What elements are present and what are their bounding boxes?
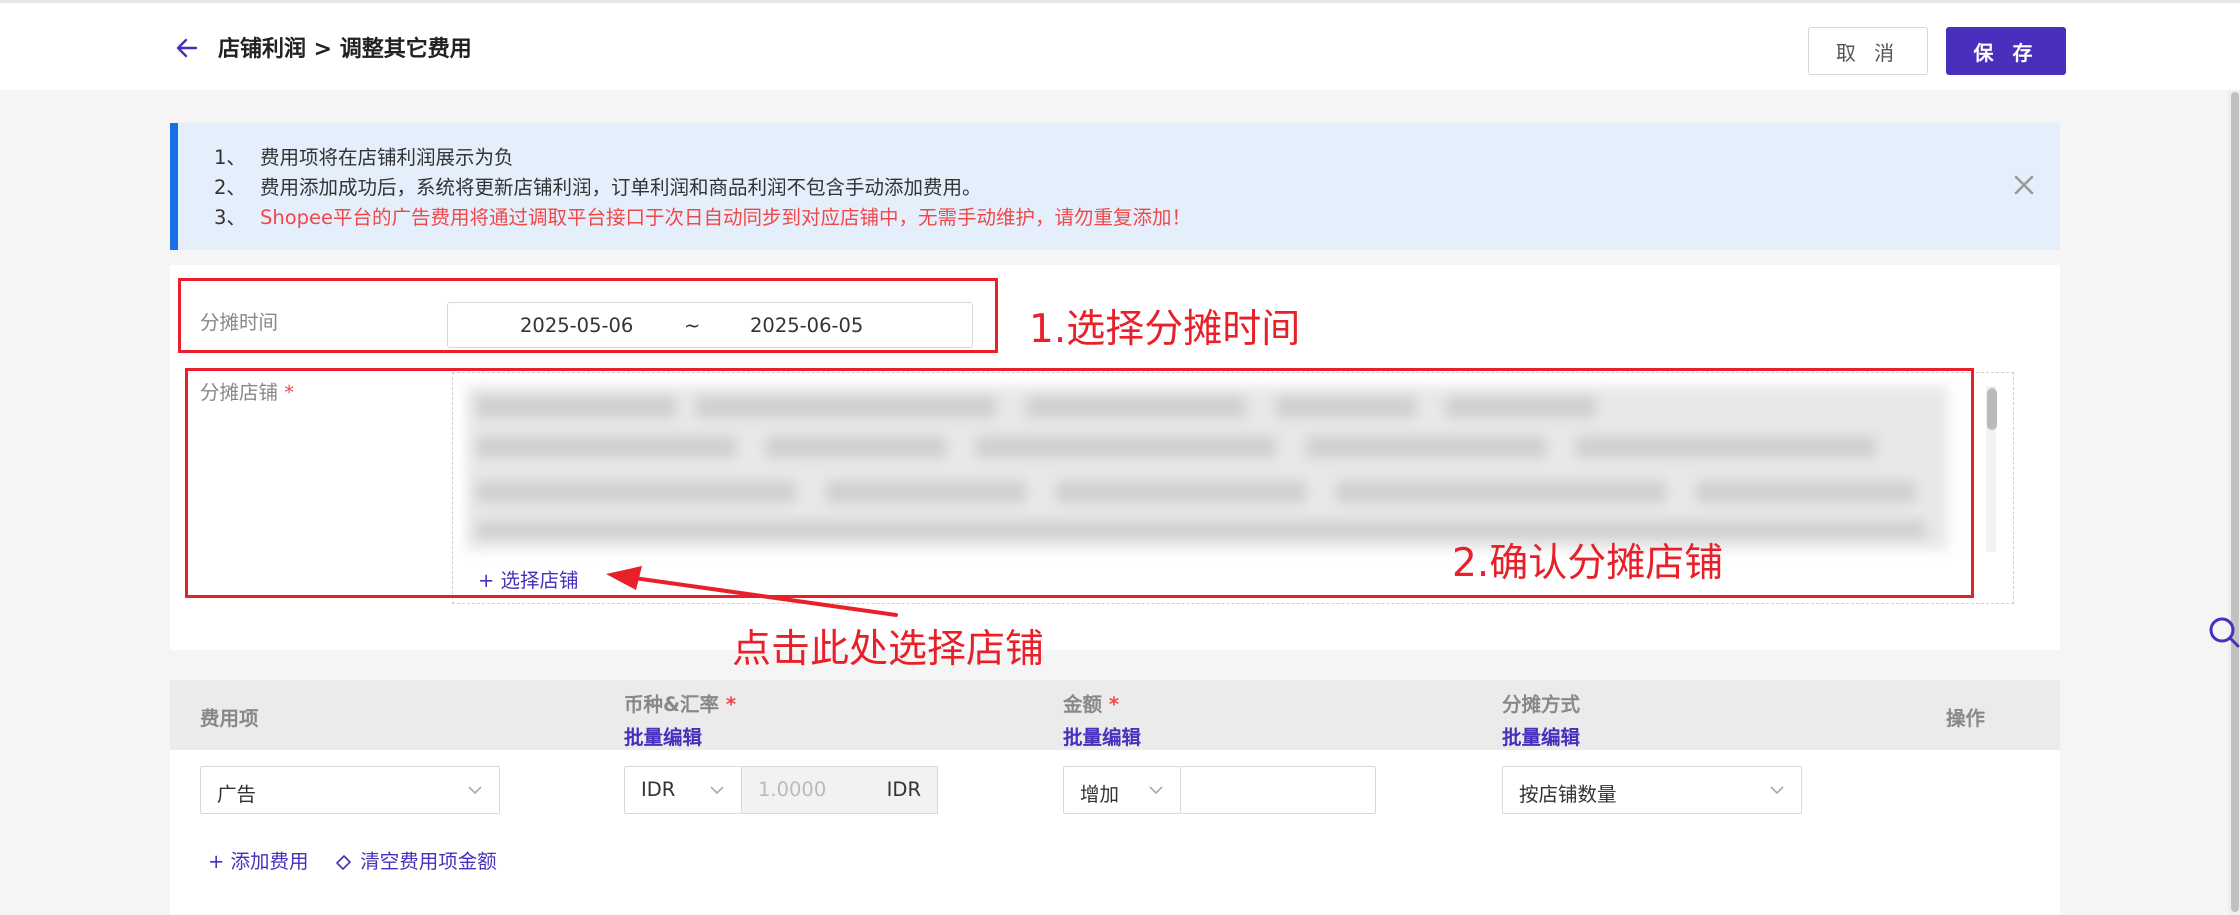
chevron-down-icon — [710, 786, 724, 795]
chevron-down-icon — [468, 786, 482, 795]
chevron-down-icon — [1770, 786, 1784, 795]
notice-line-3: 3、 Shopee平台的广告费用将通过调取平台接口于次日自动同步到对应店铺中，无需… — [214, 206, 1192, 229]
annotation-step1: 1.选择分摊时间 — [1029, 307, 1301, 352]
exchange-rate-input[interactable]: 1.0000 IDR — [742, 766, 938, 814]
notice-banner: 1、 费用项将在店铺利润展示为负 2、 费用添加成功后，系统将更新店铺利润，订单利润… — [170, 123, 2060, 250]
chevron-down-icon — [1149, 786, 1163, 795]
shop-list-scrollbar-thumb[interactable] — [1987, 388, 1997, 430]
annotation-box-period — [178, 278, 998, 353]
column-currency-rate: 币种&汇率 * 批量编辑 — [624, 693, 737, 750]
add-fee-link[interactable]: + 添加费用 — [208, 845, 309, 874]
annotation-hint: 点击此处选择店铺 — [732, 627, 1045, 672]
batch-edit-allocation-link[interactable]: 批量编辑 — [1502, 721, 1580, 750]
breadcrumb: 店铺利润 > 调整其它费用 — [218, 37, 472, 62]
page-scrollbar-thumb[interactable] — [2231, 92, 2239, 912]
batch-edit-currency-link[interactable]: 批量编辑 — [624, 721, 736, 750]
top-header: 店铺利润 > 调整其它费用 取 消 保 存 — [0, 0, 2240, 90]
close-icon[interactable] — [2012, 173, 2036, 197]
fee-item-select[interactable]: 广告 — [200, 766, 500, 814]
arrow-left-icon[interactable] — [174, 35, 200, 61]
annotation-step2: 2.确认分摊店铺 — [1452, 541, 1724, 586]
save-button[interactable]: 保 存 — [1946, 27, 2066, 75]
amount-input[interactable] — [1181, 766, 1376, 814]
clear-amount-link[interactable]: 清空费用项金额 — [334, 845, 497, 874]
column-actions: 操作 — [1946, 707, 1986, 730]
allocation-select[interactable]: 按店铺数量 — [1502, 766, 1802, 814]
amount-type-select[interactable]: 增加 — [1063, 766, 1181, 814]
currency-select[interactable]: IDR — [624, 766, 742, 814]
notice-line-1: 1、 费用项将在店铺利润展示为负 — [214, 146, 514, 169]
cancel-button[interactable]: 取 消 — [1808, 27, 1928, 75]
eraser-icon — [336, 855, 351, 870]
annotation-arrow — [606, 566, 898, 617]
search-icon[interactable] — [2204, 612, 2240, 652]
batch-edit-amount-link[interactable]: 批量编辑 — [1063, 721, 1141, 750]
column-allocation: 分摊方式 批量编辑 — [1502, 693, 1581, 750]
column-fee-item: 费用项 — [200, 707, 259, 730]
column-amount: 金额 * 批量编辑 — [1063, 693, 1142, 750]
notice-line-2: 2、 费用添加成功后，系统将更新店铺利润，订单利润和商品利润不包含手动添加费用。 — [214, 176, 982, 199]
